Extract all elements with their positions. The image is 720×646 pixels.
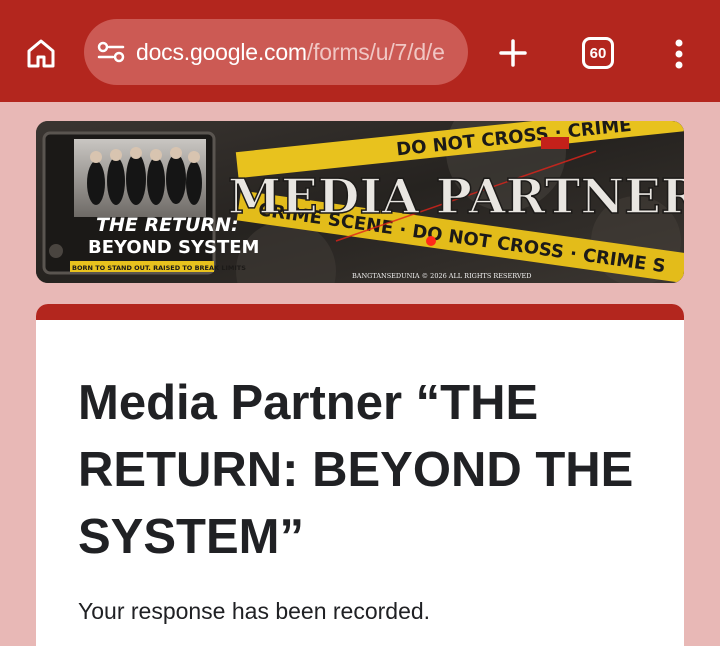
- tune-icon: [97, 41, 125, 63]
- banner-logo-line1: THE RETURN:: [96, 214, 239, 236]
- banner-logo-line2: BEYOND SYSTEM: [88, 237, 259, 258]
- browser-toolbar: docs.google.com/forms/u/7/d/e 60: [0, 0, 720, 102]
- url-text[interactable]: docs.google.com/forms/u/7/d/e: [136, 39, 456, 66]
- site-info-button[interactable]: [96, 37, 126, 67]
- address-bar[interactable]: docs.google.com/forms/u/7/d/e: [84, 19, 468, 85]
- form-header-banner: DO NOT CROSS · CRIME CRIME SCENE · DO NO…: [36, 121, 684, 283]
- form-title: Media Partner “THE RETURN: BEYOND THE SY…: [78, 376, 634, 564]
- tab-switcher-button[interactable]: 60: [582, 37, 614, 69]
- banner-tagline: BORN TO STAND OUT. RAISED TO BREAK LIMIT…: [72, 264, 246, 272]
- response-recorded-message: Your response has been recorded.: [78, 598, 431, 624]
- home-button[interactable]: [20, 32, 62, 74]
- banner-copyright: BANGTANSEDUNIA © 2026 ALL RIGHTS RESERVE…: [352, 272, 532, 280]
- more-vert-icon: [675, 39, 683, 69]
- url-host: docs.google.com: [136, 38, 307, 65]
- form-card: Media Partner “THE RETURN: BEYOND THE SY…: [36, 304, 684, 646]
- plus-icon: [499, 39, 527, 67]
- card-accent-bar: [36, 304, 684, 320]
- new-tab-button[interactable]: [494, 34, 532, 72]
- overflow-menu-button[interactable]: [664, 34, 694, 74]
- url-path: /forms/u/7/d/e: [306, 38, 445, 65]
- home-icon: [27, 39, 55, 68]
- banner-headline: MEDIA PARTNER: [228, 169, 684, 225]
